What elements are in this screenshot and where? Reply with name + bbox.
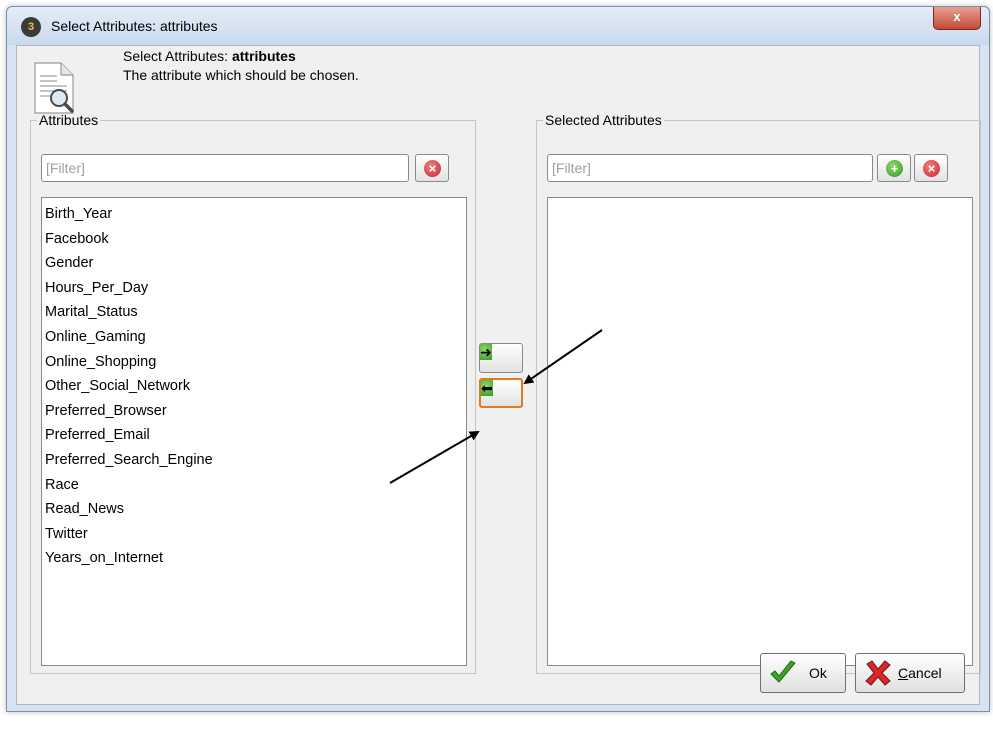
heading-parameter: attributes: [231, 48, 296, 64]
attribute-list-item[interactable]: Gender: [42, 251, 466, 276]
attribute-list-item[interactable]: Twitter: [42, 522, 466, 547]
attribute-list-item[interactable]: Years_on_Internet: [42, 546, 466, 571]
attribute-list-item[interactable]: Online_Shopping: [42, 350, 466, 375]
attribute-list-item[interactable]: Preferred_Email: [42, 423, 466, 448]
ok-button[interactable]: Ok: [760, 653, 846, 693]
cancel-button[interactable]: Cancel: [855, 653, 965, 693]
dialog-window: 3 Select Attributes: attributes x Select…: [6, 6, 990, 712]
attribute-list-item[interactable]: Marital_Status: [42, 300, 466, 325]
cancel-x-icon: [865, 660, 891, 686]
selected-attributes-group-title: Selected Attributes: [545, 112, 662, 128]
close-button[interactable]: x: [933, 7, 981, 30]
cancel-button-label: Cancel: [898, 665, 942, 681]
cancel-rest: ancel: [908, 665, 942, 681]
checkmark-icon: [770, 660, 796, 683]
attributes-clear-filter-button[interactable]: ×: [415, 154, 449, 182]
attributes-group-title: Attributes: [39, 112, 99, 128]
app-logo-icon: 3: [21, 17, 41, 37]
attribute-list-item[interactable]: Other_Social_Network: [42, 374, 466, 399]
remove-from-selected-button[interactable]: ⬅: [479, 378, 523, 408]
attribute-list-item[interactable]: Online_Gaming: [42, 325, 466, 350]
title-bar[interactable]: 3 Select Attributes: attributes x: [7, 7, 989, 45]
add-icon: +: [886, 160, 903, 177]
heading-prefix: Select Attributes:: [123, 48, 232, 64]
attribute-list-item[interactable]: Preferred_Browser: [42, 399, 466, 424]
attribute-list-item[interactable]: Preferred_Search_Engine: [42, 448, 466, 473]
attribute-list-item[interactable]: Facebook: [42, 227, 466, 252]
attributes-list[interactable]: Birth_Year Facebook Gender Hours_Per_Day Mar…: [41, 197, 467, 666]
attribute-list-item[interactable]: Birth_Year: [42, 202, 466, 227]
document-search-icon: [34, 62, 74, 114]
ok-button-label: Ok: [809, 665, 827, 681]
clear-filter-icon: ×: [424, 160, 441, 177]
add-to-selected-button[interactable]: ➜: [479, 343, 523, 373]
dialog-heading: Select Attributes: attributes: [123, 48, 296, 64]
dialog-body: Select Attributes: attributes The attrib…: [16, 45, 981, 705]
attribute-list-item[interactable]: Read_News: [42, 497, 466, 522]
arrow-right-icon: ➜: [480, 344, 492, 360]
selected-filter-input[interactable]: [547, 154, 873, 182]
selected-attributes-list[interactable]: [547, 197, 973, 666]
cancel-mnemonic: C: [898, 665, 909, 681]
window-title: Select Attributes: attributes: [51, 18, 218, 34]
attribute-list-item[interactable]: Race: [42, 473, 466, 498]
selected-add-button[interactable]: +: [877, 154, 911, 182]
selected-clear-filter-button[interactable]: ×: [914, 154, 948, 182]
clear-filter-icon: ×: [923, 160, 940, 177]
dialog-description: The attribute which should be chosen.: [123, 67, 359, 83]
arrow-left-icon: ⬅: [481, 380, 493, 396]
attribute-list-item[interactable]: Hours_Per_Day: [42, 276, 466, 301]
attributes-filter-input[interactable]: [41, 154, 409, 182]
